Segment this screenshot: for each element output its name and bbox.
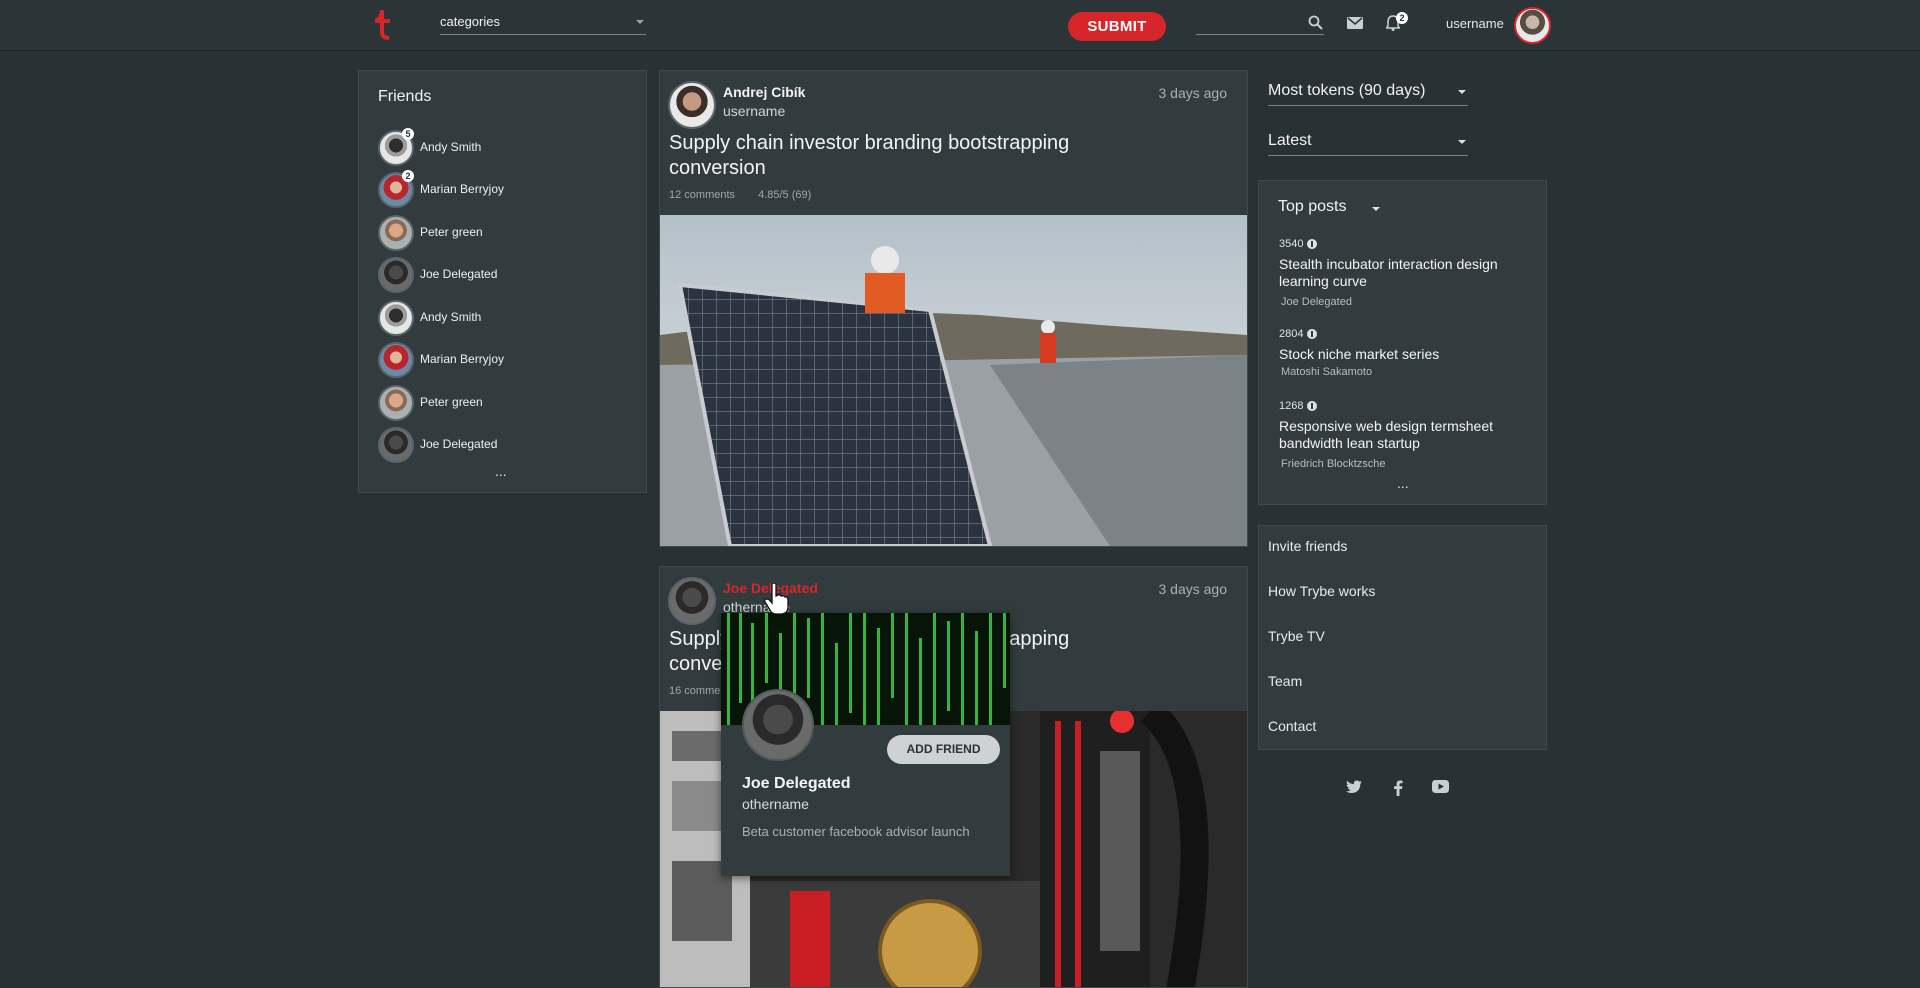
trybe-logo-icon[interactable] bbox=[372, 10, 392, 40]
notification-badge: 2 bbox=[1396, 12, 1408, 24]
score-value: 1268 bbox=[1279, 400, 1304, 412]
username-label[interactable]: username bbox=[1446, 16, 1504, 31]
token-icon bbox=[1307, 401, 1318, 411]
top-posts-title[interactable]: Top posts bbox=[1278, 198, 1346, 216]
post-card[interactable]: Andrej Cibík username 3 days ago Supply … bbox=[659, 70, 1248, 547]
comment-count[interactable]: 12 comments bbox=[669, 189, 735, 201]
youtube-icon[interactable] bbox=[1432, 780, 1449, 793]
post-rating: 4.85/5 (69) bbox=[758, 189, 812, 201]
avatar bbox=[378, 215, 414, 251]
categories-dropdown[interactable]: categories bbox=[440, 14, 646, 35]
friends-more-link[interactable]: ... bbox=[495, 463, 507, 479]
chevron-down-icon bbox=[636, 20, 644, 24]
friend-item[interactable]: 5 Andy Smith bbox=[378, 128, 628, 166]
top-post-score: 3540 bbox=[1279, 238, 1529, 250]
sort-tokens-dropdown[interactable]: Most tokens (90 days) bbox=[1268, 79, 1468, 106]
post-image[interactable] bbox=[660, 215, 1247, 546]
user-avatar[interactable] bbox=[1514, 7, 1551, 44]
hand-pointer-icon bbox=[764, 583, 789, 615]
avatar bbox=[378, 300, 414, 336]
top-posts-more-link[interactable]: ... bbox=[1397, 475, 1409, 491]
friend-item[interactable]: Peter green bbox=[378, 385, 628, 421]
footer-links-panel: Invite friends How Trybe works Trybe TV … bbox=[1258, 525, 1547, 750]
friend-item[interactable]: Joe Delegated bbox=[378, 257, 628, 293]
chevron-down-icon bbox=[1458, 140, 1466, 144]
profile-handle: othername bbox=[742, 796, 809, 812]
friend-name: Joe Delegated bbox=[420, 267, 498, 281]
avatar bbox=[378, 385, 414, 421]
score-value: 2804 bbox=[1279, 328, 1304, 340]
post-author[interactable]: Andrej Cibík bbox=[723, 84, 805, 100]
top-post-author[interactable]: Friedrich Blocktzsche bbox=[1279, 458, 1529, 470]
top-post-title[interactable]: Responsive web design termsheet bandwidt… bbox=[1279, 418, 1529, 452]
top-post-item[interactable]: 3540 Stealth incubator interaction desig… bbox=[1279, 238, 1529, 308]
chevron-down-icon bbox=[1458, 90, 1466, 94]
friend-item[interactable]: Joe Delegated bbox=[378, 427, 628, 463]
top-post-title[interactable]: Stealth incubator interaction design lea… bbox=[1279, 256, 1529, 290]
avatar bbox=[378, 342, 414, 378]
how-trybe-works-link[interactable]: How Trybe works bbox=[1268, 583, 1375, 599]
dropdown-label: Latest bbox=[1268, 132, 1312, 149]
friend-item[interactable]: Peter green bbox=[378, 215, 628, 251]
dropdown-label: Most tokens (90 days) bbox=[1268, 82, 1426, 99]
friend-name: Marian Berryjoy bbox=[420, 352, 505, 366]
friend-name: Peter green bbox=[420, 395, 483, 409]
top-post-item[interactable]: 2804 Stock niche market series Matoshi S… bbox=[1279, 328, 1529, 378]
friend-name: Andy Smith bbox=[420, 310, 482, 324]
top-post-score: 1268 bbox=[1279, 400, 1529, 412]
friends-panel: Friends 5 Andy Smith 2 Marian Berryjoy P… bbox=[358, 70, 647, 493]
top-post-item[interactable]: 1268 Responsive web design termsheet ban… bbox=[1279, 400, 1529, 470]
post-handle: username bbox=[723, 103, 786, 119]
trybe-tv-link[interactable]: Trybe TV bbox=[1268, 628, 1325, 644]
submit-button[interactable]: SUBMIT bbox=[1068, 12, 1166, 41]
avatar[interactable] bbox=[668, 81, 716, 129]
mail-icon[interactable] bbox=[1347, 17, 1363, 29]
post-timestamp: 3 days ago bbox=[1158, 581, 1228, 597]
post-meta: 12 comments 4.85/5 (69) bbox=[669, 189, 831, 201]
search-input[interactable] bbox=[1196, 12, 1324, 35]
top-post-author[interactable]: Matoshi Sakamoto bbox=[1279, 366, 1529, 378]
profile-bio: Beta customer facebook advisor launch bbox=[742, 824, 970, 839]
profile-name[interactable]: Joe Delegated bbox=[742, 775, 850, 793]
top-posts-panel: Top posts 3540 Stealth incubator interac… bbox=[1258, 180, 1547, 505]
avatar bbox=[378, 427, 414, 463]
post-timestamp: 3 days ago bbox=[1158, 85, 1228, 101]
team-link[interactable]: Team bbox=[1268, 673, 1302, 689]
token-icon bbox=[1307, 329, 1318, 339]
friend-item[interactable]: Andy Smith bbox=[378, 300, 628, 336]
twitter-icon[interactable] bbox=[1346, 780, 1362, 794]
friend-name: Andy Smith bbox=[420, 140, 482, 154]
top-post-title[interactable]: Stock niche market series bbox=[1279, 346, 1529, 363]
friend-name: Joe Delegated bbox=[420, 437, 498, 451]
friend-name: Peter green bbox=[420, 225, 483, 239]
add-friend-button[interactable]: ADD FRIEND bbox=[887, 735, 1000, 764]
friend-badge: 2 bbox=[402, 170, 414, 182]
contact-link[interactable]: Contact bbox=[1268, 718, 1316, 734]
top-bar: categories SUBMIT 2 username bbox=[0, 0, 1920, 51]
token-icon bbox=[1307, 239, 1318, 249]
friend-item[interactable]: Marian Berryjoy bbox=[378, 342, 628, 378]
avatar[interactable] bbox=[742, 689, 814, 761]
score-value: 3540 bbox=[1279, 238, 1304, 250]
post-title[interactable]: Supply chain investor branding bootstrap… bbox=[669, 131, 1139, 181]
search-icon[interactable] bbox=[1308, 15, 1323, 30]
top-post-score: 2804 bbox=[1279, 328, 1529, 340]
friend-name: Marian Berryjoy bbox=[420, 182, 505, 196]
friends-title: Friends bbox=[378, 88, 432, 105]
facebook-icon[interactable] bbox=[1393, 780, 1403, 796]
invite-friends-link[interactable]: Invite friends bbox=[1268, 538, 1347, 554]
sort-latest-dropdown[interactable]: Latest bbox=[1268, 129, 1468, 156]
avatar[interactable] bbox=[668, 577, 716, 625]
top-post-author[interactable]: Joe Delegated bbox=[1279, 296, 1529, 308]
chevron-down-icon[interactable] bbox=[1372, 207, 1380, 211]
avatar bbox=[378, 257, 414, 293]
friend-item[interactable]: 2 Marian Berryjoy bbox=[378, 170, 628, 208]
friend-badge: 5 bbox=[402, 128, 414, 140]
categories-label: categories bbox=[440, 14, 500, 29]
profile-hover-card: ADD FRIEND Joe Delegated othername Beta … bbox=[721, 613, 1010, 876]
